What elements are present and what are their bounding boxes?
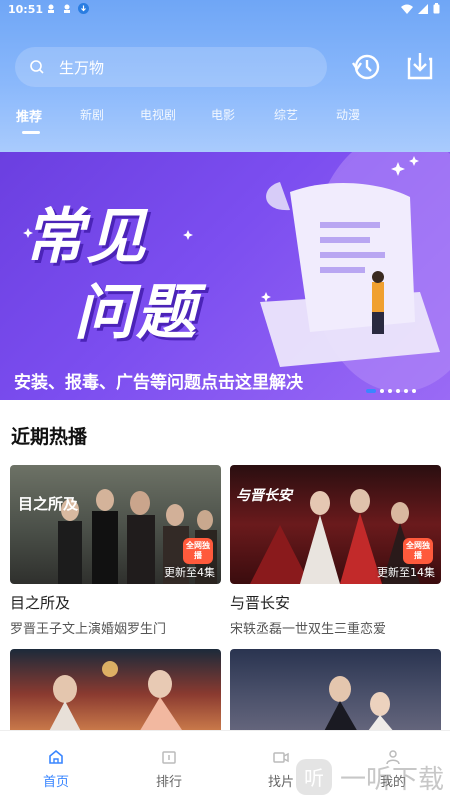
drama-poster-partial[interactable]	[230, 649, 441, 739]
drama-poster-partial[interactable]	[10, 649, 221, 739]
svg-text:听: 听	[304, 766, 324, 790]
carousel-dot	[404, 389, 408, 393]
episode-status: 更新至4集	[164, 566, 215, 579]
tab-movie[interactable]: 电影	[211, 106, 235, 123]
poster: 目之所及 全网独播 更新至4集	[10, 465, 221, 584]
poster: 与晋长安 全网独播 更新至14集	[230, 465, 441, 584]
faq-banner[interactable]: 常见 问题 安装、报毒、广告等问题点击这里解决	[0, 152, 450, 400]
poster-figures	[45, 661, 188, 739]
nav-rank-label: 排行	[155, 775, 182, 790]
banner-caption: 安装、报毒、广告等问题点击这里解决	[14, 373, 303, 393]
find-movie-icon	[273, 752, 289, 763]
status-bar: 10:51	[0, 0, 450, 20]
carousel-dot	[412, 389, 416, 393]
carousel-dot	[396, 389, 400, 393]
rank-icon	[162, 751, 176, 764]
signal-icon	[418, 3, 428, 14]
banner-title-line1: 常见	[24, 202, 148, 272]
nav-home-label: 首页	[42, 775, 69, 790]
banner-title-line2: 问题	[74, 278, 198, 348]
drama-subtitle: 宋轶丞磊一世双生三重恋爱	[230, 622, 387, 637]
download-status-icon	[78, 3, 89, 14]
drama-title: 目之所及	[10, 594, 71, 612]
watermark-logo-icon: 听	[296, 759, 332, 795]
top-header: 10:51 生万物 推荐 新剧 电视剧 电影 综艺 动漫	[0, 0, 450, 152]
battery-icon	[433, 3, 440, 14]
search-icon	[30, 60, 44, 74]
nav-rank[interactable]: 排行	[139, 739, 199, 790]
watermark: 听 一听下载	[290, 755, 450, 800]
drama-card[interactable]: 目之所及 全网独播 更新至4集 目之所及 罗晋王子文上演婚姻罗生门	[10, 465, 221, 637]
carousel-dot-active	[366, 389, 376, 393]
poster-title-text: 与晋长安	[236, 488, 292, 504]
drama-subtitle: 罗晋王子文上演婚姻罗生门	[10, 622, 167, 637]
notification-icons	[46, 3, 89, 14]
section-title: 近期热播	[11, 426, 88, 448]
wifi-icon	[401, 4, 413, 14]
carousel-dot	[388, 389, 392, 393]
carousel-indicator	[366, 389, 416, 393]
search-input[interactable]: 生万物	[59, 57, 104, 78]
notification-icon	[48, 4, 54, 13]
home-icon	[49, 749, 63, 764]
poster-title-text: 目之所及	[18, 495, 79, 513]
episode-status: 更新至14集	[377, 566, 435, 579]
tab-tv-series[interactable]: 电视剧	[140, 106, 176, 123]
drama-title: 与晋长安	[230, 594, 291, 612]
system-icons	[401, 3, 440, 14]
nav-home[interactable]: 首页	[26, 739, 86, 790]
history-icon[interactable]	[349, 49, 383, 83]
tab-anime[interactable]: 动漫	[336, 106, 360, 123]
poster-figures	[320, 676, 400, 739]
tab-new-drama[interactable]: 新剧	[80, 106, 104, 123]
exclusive-badge: 全网独播	[183, 538, 213, 564]
category-tabs: 推荐 新剧 电视剧 电影 综艺 动漫	[0, 106, 450, 136]
tab-recommend[interactable]: 推荐	[16, 106, 42, 125]
active-tab-indicator	[22, 131, 40, 134]
exclusive-badge: 全网独播	[403, 538, 433, 564]
carousel-dot	[380, 389, 384, 393]
status-time: 10:51	[8, 3, 44, 16]
notification-icon	[64, 4, 70, 13]
search-bar[interactable]: 生万物	[15, 47, 327, 87]
drama-card[interactable]: 与晋长安 全网独播 更新至14集 与晋长安 宋轶丞磊一世双生三重恋爱	[230, 465, 441, 637]
download-icon[interactable]	[403, 49, 437, 83]
tab-variety[interactable]: 综艺	[274, 106, 298, 123]
watermark-text: 一听下载	[340, 765, 445, 795]
